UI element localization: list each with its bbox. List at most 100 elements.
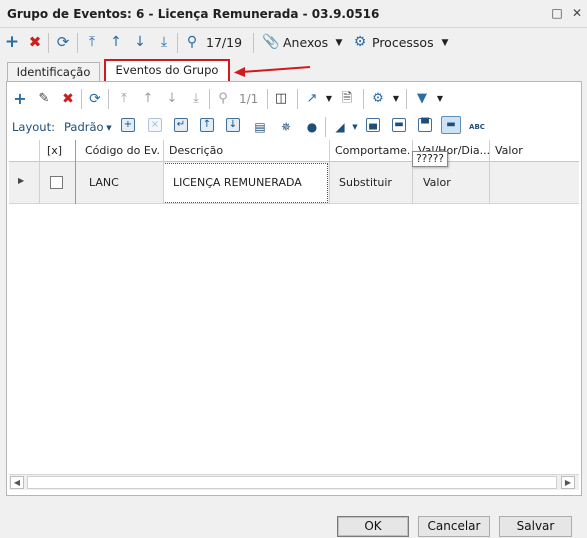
previous-record-icon[interactable]: ↑ <box>107 33 125 51</box>
last-record-icon[interactable]: ⤓ <box>155 33 173 51</box>
cell-description[interactable]: LICENÇA REMUNERADA <box>173 176 302 189</box>
shapes-icon[interactable]: ● <box>303 118 321 136</box>
row-height-medium-icon[interactable]: ▬ <box>392 118 406 132</box>
add-column-icon[interactable]: + <box>121 118 135 132</box>
wrap-icon[interactable]: ↵ <box>174 118 188 132</box>
move-down-icon[interactable]: ↓ <box>226 118 240 132</box>
paperclip-icon[interactable]: 📎 <box>262 33 280 51</box>
cell-val-hor-dia[interactable]: Valor <box>423 176 451 189</box>
first-record-icon[interactable]: ⤒ <box>115 90 133 108</box>
column-select-all[interactable]: [x] <box>47 144 62 157</box>
attachments-button[interactable]: Anexos <box>283 35 328 50</box>
restore-icon[interactable]: □ <box>550 6 564 20</box>
pin-icon[interactable]: ✵ <box>277 118 295 136</box>
row-height-large-icon[interactable]: ▀ <box>418 118 432 132</box>
layout-toolbar: Layout: Padrão ▼ + × ↵ ↑ ↓ ▤ ✵ ● ◢ ▼ ▄ ▬… <box>7 116 581 138</box>
chevron-down-icon[interactable]: ▼ <box>436 34 454 52</box>
table-row[interactable]: ▶ LANC LICENÇA REMUNERADA Substituir Val… <box>9 162 579 204</box>
add-icon[interactable]: + <box>11 90 29 108</box>
grid-header: [x] Código do Ev... Descrição Comportame… <box>9 140 579 162</box>
column-divider <box>489 140 490 204</box>
column-description[interactable]: Descrição <box>169 144 223 157</box>
separator <box>108 89 109 109</box>
row-checkbox[interactable] <box>50 176 63 189</box>
next-record-icon[interactable]: ↓ <box>131 33 149 51</box>
separator <box>267 89 268 109</box>
chevron-down-icon[interactable]: ▼ <box>431 90 449 108</box>
document-icon[interactable]: 🗎 <box>338 90 356 108</box>
separator <box>363 89 364 109</box>
export-icon[interactable]: ↗ <box>303 90 321 108</box>
separator <box>297 89 298 109</box>
remove-column-icon[interactable]: × <box>148 118 162 132</box>
cancel-button[interactable]: Cancelar <box>418 516 490 537</box>
annotation-arrow <box>234 66 311 77</box>
abc-text-icon[interactable]: ABC <box>468 118 486 136</box>
search-icon[interactable]: ⚲ <box>183 33 201 51</box>
gear-icon[interactable]: ⚙ <box>369 90 387 108</box>
row-indicator-icon: ▶ <box>18 176 25 185</box>
separator <box>77 33 78 53</box>
last-record-icon[interactable]: ⤓ <box>187 90 205 108</box>
chevron-down-icon[interactable]: ▼ <box>387 90 405 108</box>
column-divider <box>329 140 330 204</box>
separator <box>253 33 254 53</box>
column-divider <box>412 140 413 204</box>
filter-icon[interactable]: ▼ <box>413 90 431 108</box>
main-toolbar: + ✖ ⟳ ⤒ ↑ ↓ ⤓ ⚲ 17/19 📎 Anexos ▼ ⚙ Proce… <box>0 29 587 56</box>
horizontal-scrollbar[interactable]: ◀ ▶ <box>9 474 579 490</box>
dialog-buttons: OK Cancelar Salvar <box>0 514 587 538</box>
chevron-down-icon[interactable]: ▼ <box>100 119 118 137</box>
column-divider <box>39 140 40 204</box>
separator <box>177 33 178 53</box>
column-divider <box>75 140 76 204</box>
search-icon[interactable]: ⚲ <box>214 90 232 108</box>
separator <box>81 89 82 109</box>
chevron-down-icon[interactable]: ▼ <box>320 90 338 108</box>
column-code[interactable]: Código do Ev... <box>85 144 160 157</box>
chevron-down-icon[interactable]: ▼ <box>346 118 364 136</box>
move-up-icon[interactable]: ↑ <box>200 118 214 132</box>
layout-label: Layout: <box>12 120 55 134</box>
cell-code[interactable]: LANC <box>89 176 119 189</box>
delete-icon[interactable]: ✖ <box>26 33 44 51</box>
row-height-active-icon[interactable]: ▬ <box>441 116 461 134</box>
ok-button[interactable]: OK <box>337 516 409 537</box>
edit-icon[interactable]: ✎ <box>35 90 53 108</box>
first-record-icon[interactable]: ⤒ <box>83 33 101 51</box>
separator <box>325 117 326 137</box>
refresh-icon[interactable]: ⟳ <box>54 33 72 51</box>
chevron-down-icon[interactable]: ▼ <box>330 34 348 52</box>
columns-icon[interactable]: ◫ <box>272 90 290 108</box>
layout-select[interactable]: Padrão <box>64 120 104 134</box>
delete-icon[interactable]: ✖ <box>59 90 77 108</box>
header-tooltip: ????? <box>412 151 448 167</box>
separator <box>48 33 49 53</box>
next-record-icon[interactable]: ↓ <box>163 90 181 108</box>
grid-record-position: 1/1 <box>239 92 259 106</box>
tab-eventos-do-grupo[interactable]: Eventos do Grupo <box>104 59 230 83</box>
tab-panel: + ✎ ✖ ⟳ ⤒ ↑ ↓ ⤓ ⚲ 1/1 ◫ ↗ ▼ 🗎 ⚙ ▼ ▼ ▼ La… <box>6 81 582 496</box>
window-title: Grupo de Eventos: 6 - Licença Remunerada… <box>7 7 380 21</box>
scroll-left-icon[interactable]: ◀ <box>10 476 24 489</box>
column-value[interactable]: Valor <box>495 144 523 157</box>
previous-record-icon[interactable]: ↑ <box>139 90 157 108</box>
grid-toolbar: + ✎ ✖ ⟳ ⤒ ↑ ↓ ⤓ ⚲ 1/1 ◫ ↗ ▼ 🗎 ⚙ ▼ ▼ ▼ <box>7 82 581 116</box>
save-button[interactable]: Salvar <box>499 516 572 537</box>
processes-button[interactable]: Processos <box>372 35 434 50</box>
column-behavior[interactable]: Comportame... <box>335 144 409 157</box>
gear-icon[interactable]: ⚙ <box>351 33 369 51</box>
title-bar: Grupo de Eventos: 6 - Licença Remunerada… <box>0 0 587 28</box>
scroll-right-icon[interactable]: ▶ <box>561 476 575 489</box>
scroll-thumb[interactable] <box>27 476 557 489</box>
cell-behavior[interactable]: Substituir <box>339 176 392 189</box>
separator <box>209 89 210 109</box>
separator <box>406 89 407 109</box>
tab-identificacao[interactable]: Identificação <box>7 62 100 82</box>
add-icon[interactable]: + <box>3 33 21 51</box>
close-icon[interactable]: ✕ <box>570 6 584 20</box>
paint-icon[interactable]: ▤ <box>251 118 269 136</box>
record-position: 17/19 <box>206 35 243 50</box>
refresh-icon[interactable]: ⟳ <box>86 90 104 108</box>
row-height-small-icon[interactable]: ▄ <box>366 118 380 132</box>
